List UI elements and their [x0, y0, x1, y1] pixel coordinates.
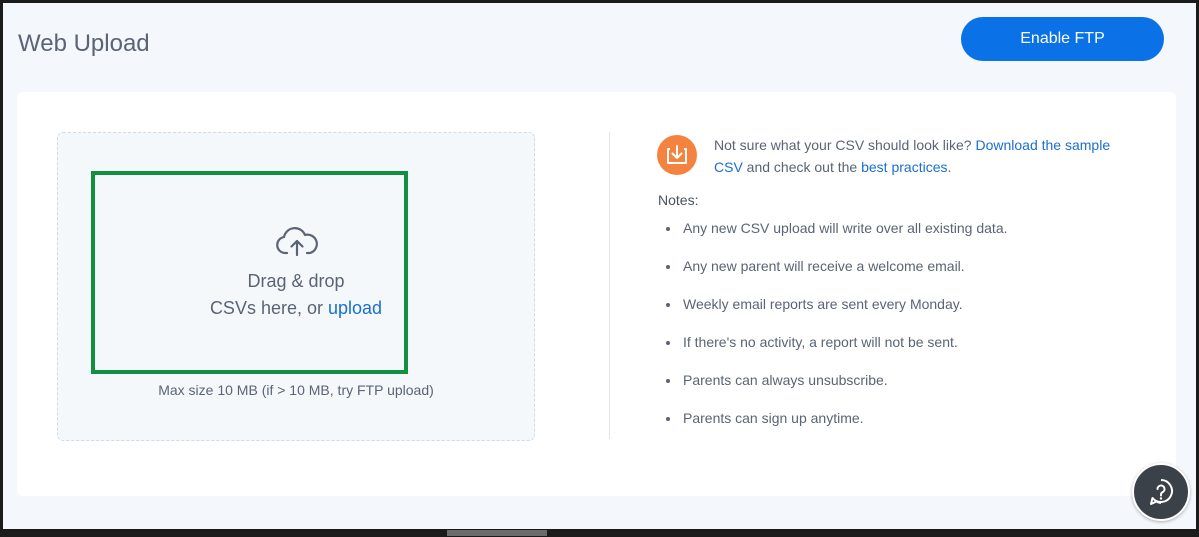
list-item: If there's no activity, a report will no…: [681, 323, 1008, 361]
scrollbar-thumb[interactable]: [447, 530, 547, 536]
help-question-icon: [1150, 479, 1173, 505]
enable-ftp-button[interactable]: Enable FTP: [961, 17, 1164, 61]
page-title: Web Upload: [18, 30, 150, 57]
list-item: Any new parent will receive a welcome em…: [681, 247, 1008, 285]
csv-help-prefix: Not sure what your CSV should look like?: [714, 137, 976, 153]
upload-card: Drag & drop CSVs here, or upload Max siz…: [17, 92, 1176, 496]
notes-title: Notes:: [658, 192, 699, 208]
vertical-divider: [609, 132, 610, 439]
csv-help-middle: and check out the: [742, 159, 862, 175]
csv-help-text: Not sure what your CSV should look like?…: [714, 134, 1134, 178]
notes-list: Any new CSV upload will write over all e…: [663, 209, 1008, 437]
help-button[interactable]: [1132, 463, 1190, 521]
max-size-hint: Max size 10 MB (if > 10 MB, try FTP uplo…: [158, 382, 434, 398]
csv-help-suffix: .: [947, 159, 952, 175]
list-item: Weekly email reports are sent every Mond…: [681, 285, 1008, 323]
horizontal-scrollbar[interactable]: [0, 529, 1199, 537]
list-item: Any new CSV upload will write over all e…: [681, 209, 1008, 247]
best-practices-link[interactable]: best practices: [861, 159, 947, 175]
list-item: Parents can always unsubscribe.: [681, 361, 1008, 399]
download-icon: [657, 135, 697, 175]
highlight-box: [91, 171, 408, 374]
app-window: Web Upload Enable FTP Drag & drop CSVs h…: [0, 0, 1199, 537]
list-item: Parents can sign up anytime.: [681, 399, 1008, 437]
